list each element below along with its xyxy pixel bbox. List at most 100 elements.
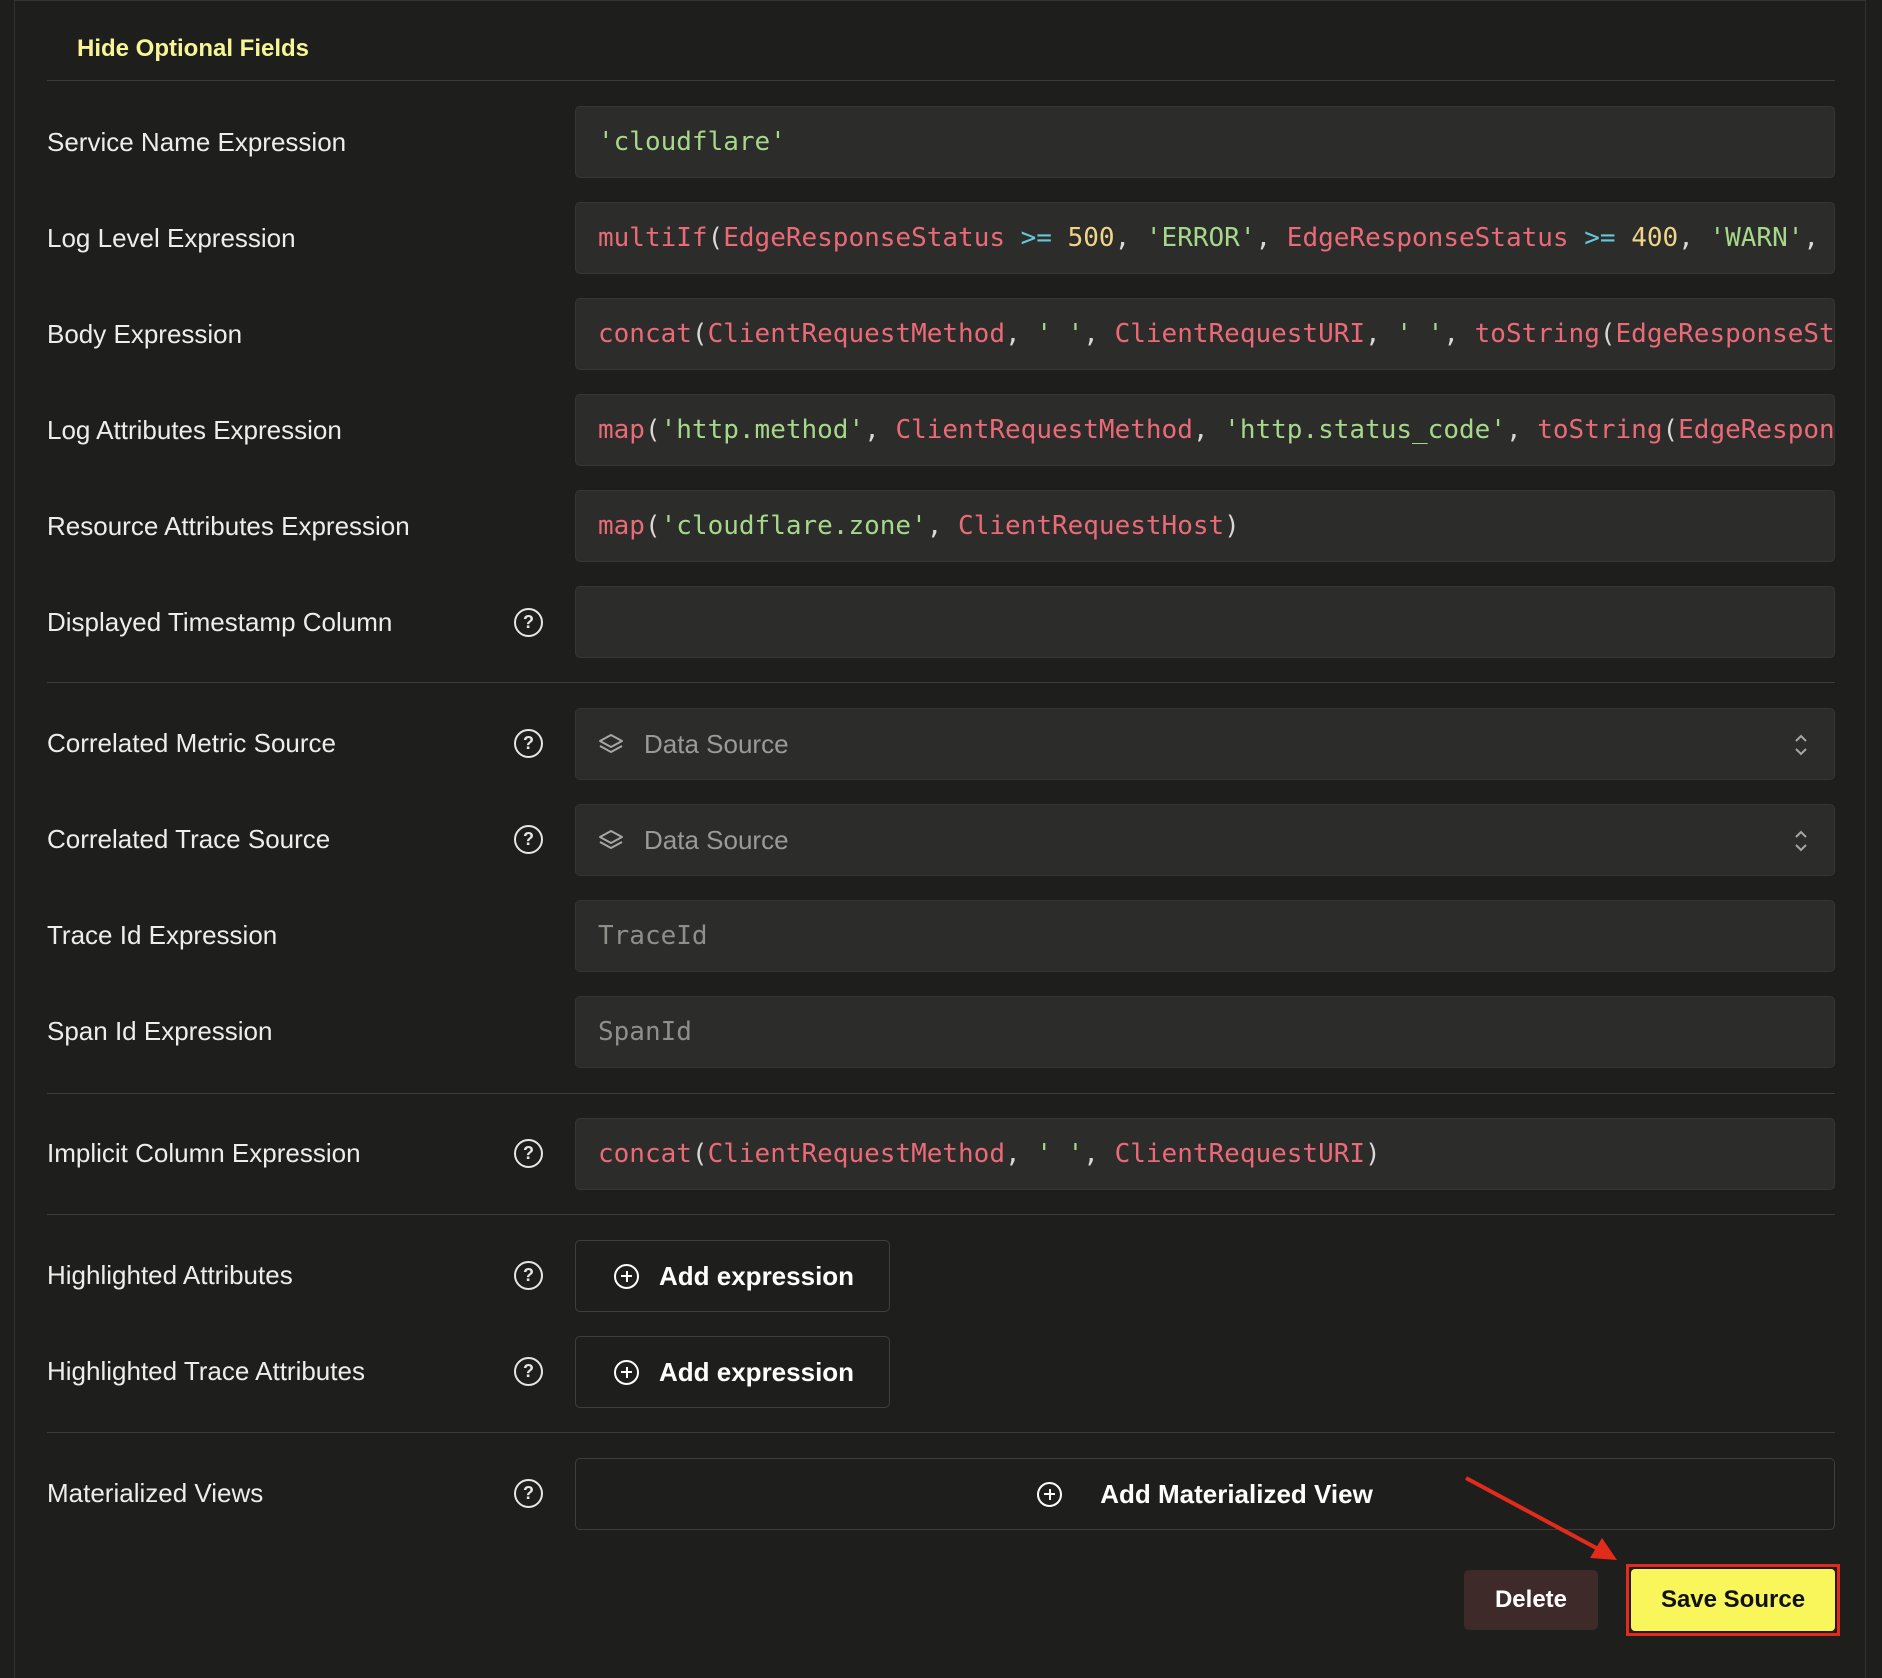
materialized-views-label: Materialized Views bbox=[47, 1478, 264, 1508]
log-level-input[interactable]: multiIf(EdgeResponseStatus >= 500, 'ERRO… bbox=[575, 202, 1835, 274]
code-token-pun: , bbox=[1443, 319, 1475, 349]
question-circle-icon[interactable]: ? bbox=[514, 1139, 543, 1168]
code-token-pun: ( bbox=[691, 1139, 708, 1169]
code-token-fn: map bbox=[598, 511, 645, 541]
body-expression-input[interactable]: concat(ClientRequestMethod, ' ', ClientR… bbox=[575, 298, 1835, 370]
code-token-pun: , bbox=[1114, 223, 1146, 253]
code-token-op: >= bbox=[1020, 223, 1052, 253]
code-token-str: 'http.method' bbox=[660, 415, 865, 445]
code-token-pun: ( bbox=[707, 223, 724, 253]
code-token-col: EdgeRespon bbox=[1678, 415, 1835, 445]
service-name-input[interactable]: 'cloudflare' bbox=[575, 106, 1835, 178]
code-token-str: ' ' bbox=[1036, 319, 1084, 349]
code-token-pun: ( bbox=[691, 319, 708, 349]
annotation-arrow bbox=[1465, 1476, 1617, 1560]
code-token-pun bbox=[1569, 223, 1585, 253]
code-token-str: 'ERROR' bbox=[1145, 223, 1256, 253]
code-token-col: ClientRequestURI bbox=[1114, 319, 1366, 349]
code-token-fn: multiIf bbox=[598, 223, 708, 253]
divider bbox=[47, 682, 1835, 683]
code-token-pun: , bbox=[1192, 415, 1225, 445]
select-placeholder: Data Source bbox=[644, 824, 789, 855]
code-token-col: EdgeResponseStatus bbox=[1286, 223, 1569, 253]
hide-optional-fields-link[interactable]: Hide Optional Fields bbox=[77, 34, 309, 64]
correlated-metric-label: Correlated Metric Source bbox=[47, 728, 336, 758]
implicit-column-label: Implicit Column Expression bbox=[47, 1138, 361, 1168]
code-token-pun: , bbox=[1255, 223, 1287, 253]
button-label: Add expression bbox=[659, 1260, 855, 1291]
highlighted-trace-attributes-label: Highlighted Trace Attributes bbox=[47, 1356, 365, 1386]
question-circle-icon[interactable]: ? bbox=[514, 1261, 543, 1290]
log-attributes-label: Log Attributes Expression bbox=[47, 415, 342, 445]
code-token-str: 'cloudflare.zone' bbox=[660, 511, 927, 541]
code-token-fn: map bbox=[598, 415, 645, 445]
code-token-pun: , bbox=[1005, 1139, 1037, 1169]
code-token-pun: , bbox=[1083, 319, 1115, 349]
code-token-pun bbox=[1005, 223, 1021, 253]
code-token-pun: , bbox=[1505, 415, 1538, 445]
code-token-pun: ) bbox=[1224, 511, 1240, 541]
question-circle-icon[interactable]: ? bbox=[514, 608, 543, 637]
plus-circle-icon bbox=[614, 1359, 639, 1385]
displayed-timestamp-label: Displayed Timestamp Column bbox=[47, 607, 393, 637]
chevron-up-down-icon bbox=[1792, 827, 1810, 855]
code-token-col: ClientRequestMethod bbox=[707, 1139, 1005, 1169]
code-token-str: 'WARN' bbox=[1709, 223, 1804, 253]
code-token-fn: concat bbox=[598, 319, 692, 349]
code-token-fn: toString bbox=[1474, 319, 1600, 349]
code-token-str: ' ' bbox=[1396, 319, 1444, 349]
save-source-button[interactable]: Save Source bbox=[1631, 1569, 1835, 1631]
log-level-label: Log Level Expression bbox=[47, 223, 296, 253]
divider bbox=[47, 1432, 1835, 1433]
select-placeholder: Data Source bbox=[644, 728, 789, 759]
code-token-op: >= bbox=[1584, 223, 1616, 253]
layers-icon bbox=[598, 731, 624, 757]
code-token-str: 'http.status_code' bbox=[1224, 415, 1506, 445]
code-token-pun bbox=[1616, 223, 1632, 253]
add-materialized-view-button[interactable]: Add Materialized View bbox=[575, 1458, 1835, 1530]
correlated-metric-select[interactable]: Data Source bbox=[575, 708, 1835, 780]
code-token-num: 500 bbox=[1067, 223, 1115, 253]
code-token-pun: ( bbox=[644, 511, 661, 541]
code-token-str: 'cloudflare' bbox=[598, 127, 786, 157]
resource-attributes-input[interactable]: map('cloudflare.zone', ClientRequestHost… bbox=[575, 490, 1835, 562]
question-circle-icon[interactable]: ? bbox=[514, 729, 543, 758]
plus-circle-icon bbox=[1037, 1481, 1063, 1507]
displayed-timestamp-input[interactable] bbox=[575, 586, 1835, 658]
code-token-col: EdgeResponseStatus bbox=[723, 223, 1005, 253]
implicit-column-input[interactable]: concat(ClientRequestMethod, ' ', ClientR… bbox=[575, 1118, 1835, 1190]
code-token-str: ' ' bbox=[1036, 1139, 1084, 1169]
code-token-num: 400 bbox=[1631, 223, 1679, 253]
question-circle-icon[interactable]: ? bbox=[514, 1357, 543, 1386]
code-token-fn: concat bbox=[598, 1139, 692, 1169]
trace-id-input[interactable]: TraceId bbox=[575, 900, 1835, 972]
code-token-pun: , bbox=[1083, 1139, 1115, 1169]
plus-circle-icon bbox=[614, 1263, 639, 1289]
code-token-col: ClientRequestMethod bbox=[895, 415, 1193, 445]
log-attributes-input[interactable]: map('http.method', ClientRequestMethod, … bbox=[575, 394, 1835, 466]
question-circle-icon[interactable]: ? bbox=[514, 1479, 543, 1508]
service-name-label: Service Name Expression bbox=[47, 127, 347, 157]
span-id-input[interactable]: SpanId bbox=[575, 996, 1835, 1068]
highlighted-attributes-label: Highlighted Attributes bbox=[47, 1260, 293, 1290]
delete-button[interactable]: Delete bbox=[1464, 1570, 1598, 1630]
correlated-trace-label: Correlated Trace Source bbox=[47, 824, 331, 854]
code-token-col: ClientRequestMethod bbox=[707, 319, 1005, 349]
code-token-pun: ( bbox=[1662, 415, 1679, 445]
divider bbox=[47, 1214, 1835, 1215]
code-token-pun: ( bbox=[644, 415, 661, 445]
chevron-up-down-icon bbox=[1792, 731, 1810, 759]
code-token-pun: , bbox=[1365, 319, 1397, 349]
add-highlighted-attribute-button[interactable]: Add expression bbox=[575, 1240, 890, 1312]
code-token-pun: , bbox=[864, 415, 896, 445]
code-token-pun bbox=[1052, 223, 1068, 253]
body-expression-label: Body Expression bbox=[47, 319, 243, 349]
add-highlighted-trace-attribute-button[interactable]: Add expression bbox=[575, 1336, 890, 1408]
code-token-fn: toString bbox=[1537, 415, 1663, 445]
trace-id-label: Trace Id Expression bbox=[47, 920, 278, 950]
code-token-pun: , bbox=[1678, 223, 1710, 253]
correlated-trace-select[interactable]: Data Source bbox=[575, 804, 1835, 876]
button-label: Add Materialized View bbox=[1100, 1478, 1373, 1509]
code-token-pun: , bbox=[926, 511, 959, 541]
question-circle-icon[interactable]: ? bbox=[514, 825, 543, 854]
